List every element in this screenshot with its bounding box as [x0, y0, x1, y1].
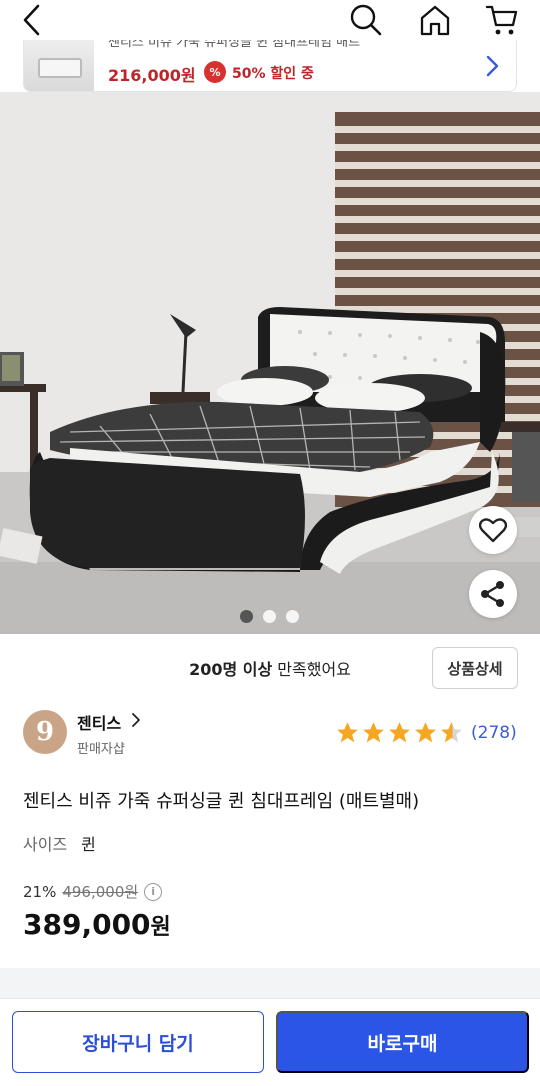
carousel-dot[interactable] [240, 610, 253, 623]
banner-price: 216,000원 [108, 66, 196, 85]
bottom-action-bar: 장바구니 담기 바로구매 [0, 998, 540, 1086]
satisfaction-suffix: 만족했어요 [272, 660, 351, 679]
seller-logo[interactable]: 9 [23, 710, 67, 754]
final-price: 389,000원 [23, 908, 171, 941]
original-price: 496,000원 [62, 883, 139, 901]
discount-badge-icon: % [204, 61, 226, 83]
option-row: 사이즈 퀸 [23, 831, 96, 855]
banner-discount: 50% 할인 중 [232, 66, 314, 82]
banner-thumbnail [24, 40, 94, 91]
option-value: 퀸 [81, 835, 96, 854]
search-icon [350, 4, 382, 36]
carousel-dot[interactable] [263, 610, 276, 623]
home-icon [420, 5, 450, 36]
search-button[interactable] [348, 2, 384, 38]
discount-rate: 21% [23, 882, 57, 901]
chevron-left-icon [23, 4, 40, 36]
star-icon [415, 722, 436, 743]
section-divider [0, 968, 540, 998]
add-to-cart-button[interactable]: 장바구니 담기 [12, 1011, 264, 1073]
carousel-dot[interactable] [286, 610, 299, 623]
share-button[interactable] [469, 570, 517, 618]
product-detail-button[interactable]: 상품상세 [432, 647, 518, 689]
review-count[interactable]: (278) [471, 723, 517, 743]
product-title: 젠티스 비쥬 가죽 슈퍼싱글 퀸 침대프레임 (매트별매) [23, 791, 420, 812]
top-bar [0, 0, 540, 42]
related-product-banner[interactable]: 젠티스 비쥬 가죽 슈퍼싱글 퀸 침대프레임 매트 216,000원 % 50%… [23, 40, 517, 92]
star-icon [389, 722, 410, 743]
cart-icon [485, 5, 518, 35]
star-icon [363, 722, 384, 743]
option-label: 사이즈 [23, 835, 68, 854]
seller-name[interactable]: 젠티스 [77, 710, 121, 734]
final-price-unit: 원 [150, 915, 171, 940]
product-image [0, 92, 540, 634]
star-half-icon [441, 722, 462, 743]
like-button[interactable] [469, 506, 517, 554]
satisfaction-count: 200명 이상 [189, 660, 273, 679]
product-page: 젠티스 비쥬 가죽 슈퍼싱글 퀸 침대프레임 매트 216,000원 % 50%… [0, 0, 540, 1086]
chevron-right-icon [486, 55, 499, 77]
banner-title: 젠티스 비쥬 가죽 슈퍼싱글 퀸 침대프레임 매트 [108, 40, 361, 50]
rating[interactable]: (278) [335, 720, 517, 745]
info-icon[interactable]: i [144, 882, 163, 901]
heart-icon [479, 518, 507, 543]
seller-type: 판매자샵 [77, 742, 125, 757]
home-button[interactable] [417, 2, 453, 38]
cart-button[interactable] [484, 2, 520, 38]
star-icon [337, 722, 358, 743]
price-meta: 21% 496,000원 i [23, 881, 163, 902]
product-image-carousel[interactable] [0, 92, 540, 634]
final-price-value: 389,000 [23, 908, 151, 941]
buy-now-button[interactable]: 바로구매 [276, 1011, 529, 1073]
chevron-right-icon[interactable] [130, 712, 142, 728]
share-icon [481, 581, 504, 607]
back-button[interactable] [14, 2, 50, 38]
carousel-pagination [240, 610, 299, 623]
